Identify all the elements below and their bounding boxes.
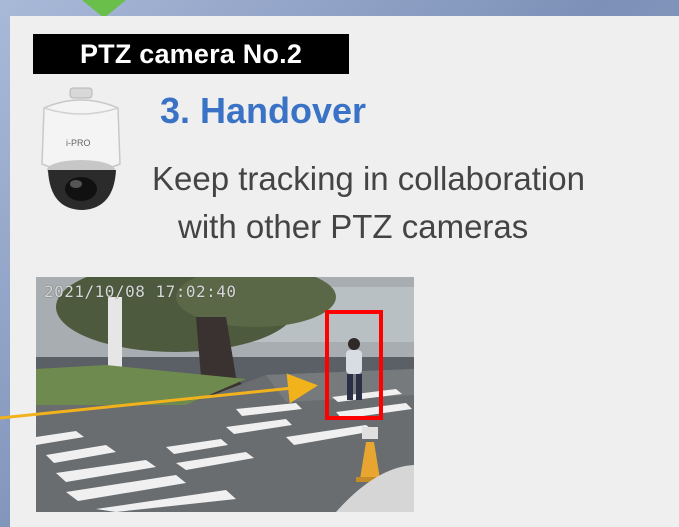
description-line-2: with other PTZ cameras [178,208,529,245]
camera-brand: i-PRO [66,138,91,148]
camera-label: PTZ camera No.2 [33,34,349,74]
section-heading: 3. Handover [160,90,367,131]
video-timestamp: 2021/10/08 17:02:40 [44,282,237,301]
description-line-1: Keep tracking in collaboration [152,160,585,197]
camera-video-frame [36,277,414,512]
ptz-camera-icon: i-PRO [28,86,138,214]
